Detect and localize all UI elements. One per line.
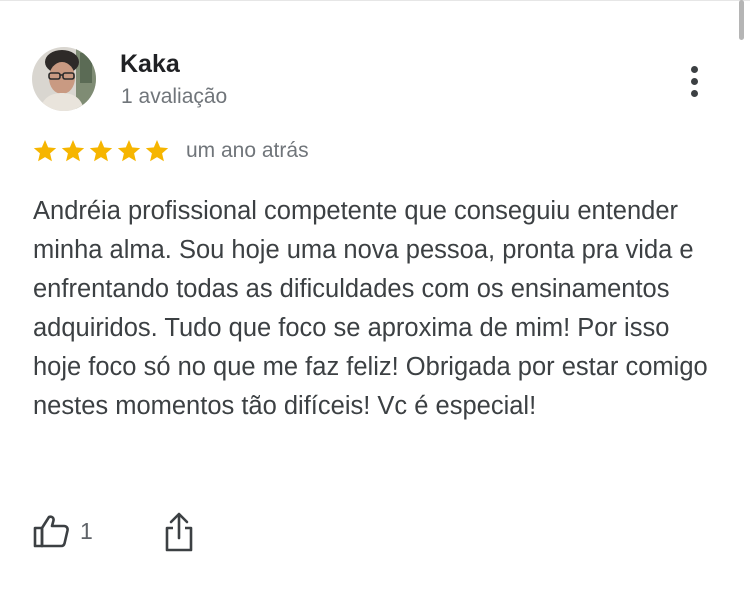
author-review-count: 1 avaliação: [121, 85, 228, 108]
star-icon: [61, 139, 85, 162]
star-icon: [117, 139, 141, 162]
more-options-button[interactable]: [679, 60, 709, 102]
author-name[interactable]: Kaka: [120, 50, 180, 79]
thumb-up-icon: [32, 514, 70, 548]
rating-row: um ano atrás: [32, 136, 309, 166]
like-button[interactable]: 1: [32, 514, 93, 548]
star-icon: [145, 139, 169, 162]
more-vert-icon: [690, 65, 698, 73]
star-rating: [32, 138, 170, 164]
share-button[interactable]: [163, 512, 195, 552]
review-text: Andréia profissional competente que cons…: [33, 197, 708, 420]
star-icon: [33, 139, 57, 162]
share-icon: [163, 512, 195, 552]
review-date: um ano atrás: [186, 139, 309, 162]
star-icon: [89, 139, 113, 162]
top-divider: [0, 0, 750, 1]
like-count: 1: [80, 517, 93, 544]
scrollbar[interactable]: [739, 0, 744, 40]
author-avatar[interactable]: [32, 47, 96, 111]
